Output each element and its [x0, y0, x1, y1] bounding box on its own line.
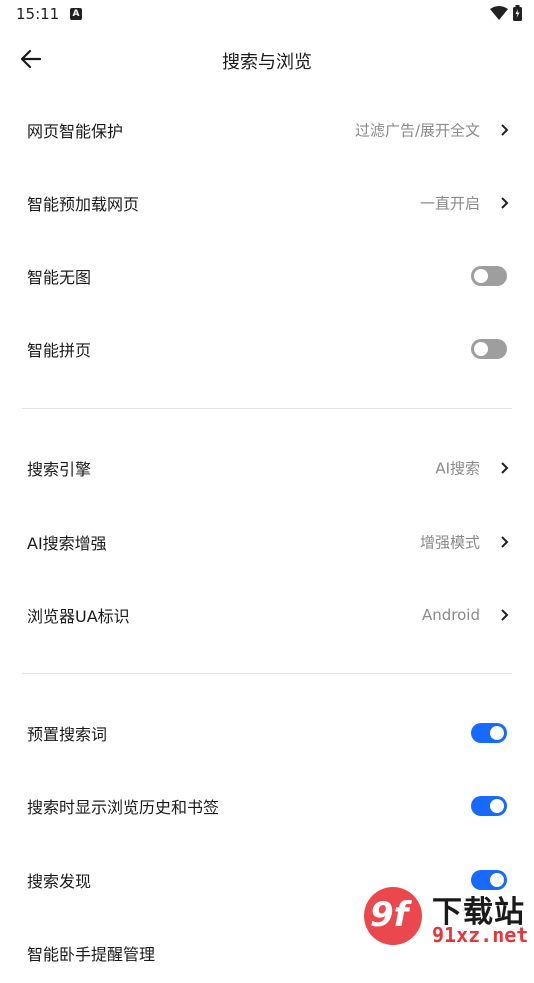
row-label: 浏览器UA标识: [27, 607, 130, 626]
row-label: 网页智能保护: [27, 122, 124, 141]
toggle-preset-keywords[interactable]: [471, 723, 507, 743]
chevron-right-icon: [501, 124, 509, 136]
row-label: 搜索时显示浏览历史和书签: [27, 798, 220, 817]
notification-icon: A: [70, 8, 82, 20]
row-ai-search-boost[interactable]: AI搜索增强 增强模式: [0, 512, 534, 572]
page-title: 搜索与浏览: [222, 52, 312, 73]
row-web-protection[interactable]: 网页智能保护 过滤广告/展开全文: [0, 100, 534, 160]
toggle-knob: [490, 726, 504, 740]
row-label: AI搜索增强: [27, 534, 107, 553]
row-preload[interactable]: 智能预加载网页 一直开启: [0, 173, 534, 233]
toggle-no-image[interactable]: [471, 266, 507, 286]
row-label: 搜索引擎: [27, 460, 92, 479]
chevron-right-icon: [501, 462, 509, 474]
row-value: 过滤广告/展开全文: [354, 121, 480, 140]
row-value: AI搜索: [435, 459, 480, 478]
chevron-right-icon: [501, 197, 509, 209]
section-divider: [22, 673, 512, 674]
row-label: 智能无图: [27, 268, 92, 287]
title-bar: 搜索与浏览: [0, 36, 534, 84]
row-label: 智能预加载网页: [27, 195, 140, 214]
toggle-page-merge[interactable]: [471, 339, 507, 359]
row-label: 搜索发现: [27, 872, 92, 891]
row-preset-keywords: 预置搜索词: [0, 703, 534, 763]
watermark-logo-text: 9f: [370, 895, 409, 935]
row-value: 一直开启: [419, 194, 480, 213]
toggle-show-history[interactable]: [471, 796, 507, 816]
row-label: 预置搜索词: [27, 725, 108, 744]
row-value: Android: [422, 606, 480, 624]
row-page-merge: 智能拼页: [0, 319, 534, 379]
battery-icon: [513, 5, 522, 21]
toggle-knob: [490, 799, 504, 813]
row-ua[interactable]: 浏览器UA标识 Android: [0, 585, 534, 645]
status-time: 15:11: [16, 5, 60, 23]
row-search-engine[interactable]: 搜索引擎 AI搜索: [0, 438, 534, 498]
toggle-knob: [474, 269, 488, 283]
chevron-right-icon: [501, 609, 509, 621]
section-divider: [22, 408, 512, 409]
watermark: 9f 下载站 91xz.net: [362, 885, 534, 950]
row-label: 智能拼页: [27, 341, 92, 360]
row-label: 智能卧手提醒管理: [27, 945, 156, 964]
row-no-image: 智能无图: [0, 246, 534, 306]
toggle-knob: [474, 342, 488, 356]
status-bar: 15:11 A: [0, 0, 534, 28]
chevron-right-icon: [501, 536, 509, 548]
watermark-url: 91xz.net: [432, 923, 529, 947]
wifi-icon: [490, 6, 508, 20]
row-show-history: 搜索时显示浏览历史和书签: [0, 776, 534, 836]
row-value: 增强模式: [419, 533, 480, 552]
